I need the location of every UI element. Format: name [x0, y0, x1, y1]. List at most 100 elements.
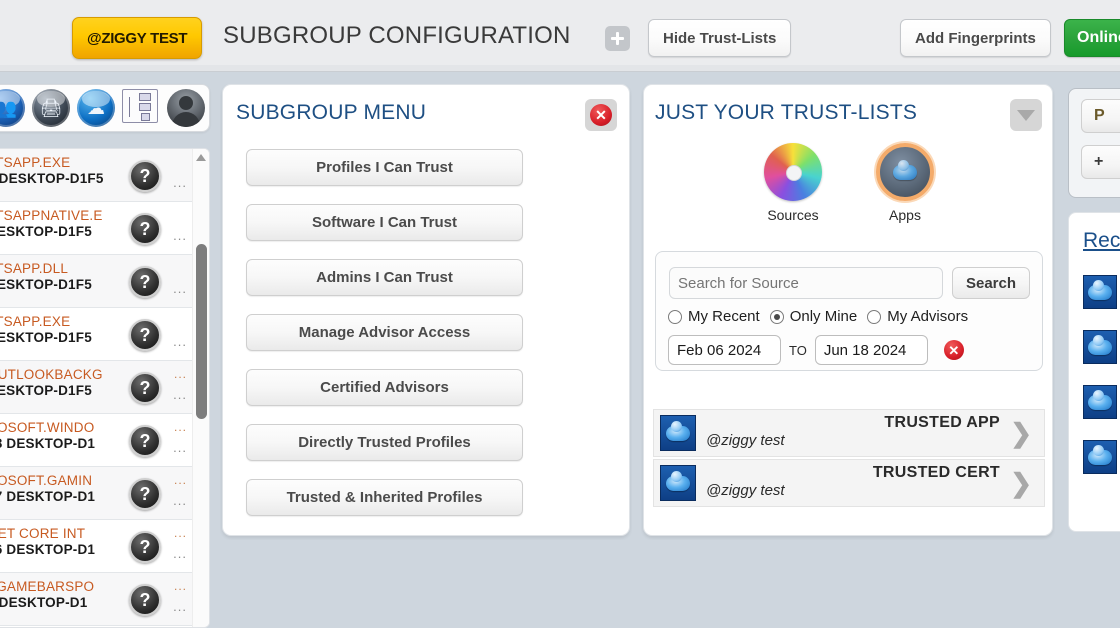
- question-mark-icon[interactable]: ?: [129, 160, 161, 192]
- file-row-ellipsis: ...: [173, 334, 187, 349]
- file-row-top-ellipsis: ...: [173, 579, 187, 593]
- radio-only-mine[interactable]: Only Mine: [769, 308, 858, 325]
- trust-list-row-title: TRUSTED CERT: [872, 464, 1000, 481]
- file-row-ellipsis: ...: [173, 175, 187, 190]
- recent-panel-title[interactable]: Rec: [1083, 229, 1120, 253]
- disc-icon: [764, 143, 822, 201]
- file-list-row[interactable]: ATSAPP.DLLDESKTOP-D1F5?...: [0, 255, 209, 308]
- file-row-top-ellipsis: ...: [173, 420, 187, 434]
- subgroup-menu-button[interactable]: Trusted & Inherited Profiles: [246, 479, 523, 516]
- category-label-apps: Apps: [889, 207, 921, 223]
- file-row-top-ellipsis: ...: [173, 473, 187, 487]
- trust-list-row-title: TRUSTED APP: [884, 414, 1000, 431]
- file-name: ATSAPP.DLL: [0, 261, 69, 276]
- category-apps[interactable]: Apps: [866, 143, 944, 223]
- cloud-tile-icon: [1088, 334, 1112, 355]
- right-action-button-1[interactable]: P: [1081, 99, 1120, 133]
- file-list-row[interactable]: ROSOFT.GAMIN17 DESKTOP-D1?......: [0, 467, 209, 520]
- online-status-button[interactable]: Online: [1064, 19, 1120, 57]
- account-badge[interactable]: @ZIGGY TEST: [72, 17, 203, 59]
- top-bar: @ZIGGY TEST SUBGROUP CONFIGURATION Hide …: [0, 0, 1120, 72]
- radio-my-advisors-ring: [867, 309, 882, 324]
- file-list-row[interactable]: ATSAPPNATIVE.EDESKTOP-D1F5?...: [0, 202, 209, 255]
- question-mark-icon[interactable]: ?: [129, 584, 161, 616]
- file-list-row[interactable]: ATSAPP.EXE8 DESKTOP-D1F5?...: [0, 149, 209, 202]
- cloud-orb-icon[interactable]: ☁: [77, 89, 115, 127]
- date-to-field[interactable]: Jun 18 2024: [814, 335, 928, 365]
- subgroup-menu-button[interactable]: Certified Advisors: [246, 369, 523, 406]
- user-avatar-icon[interactable]: [167, 89, 205, 127]
- date-separator-label: TO: [789, 342, 807, 358]
- question-mark-icon[interactable]: ?: [129, 319, 161, 351]
- file-row-ellipsis: ...: [173, 281, 187, 296]
- radio-my-recent[interactable]: My Recent: [668, 308, 760, 325]
- category-sources[interactable]: Sources: [754, 143, 832, 223]
- file-list-row[interactable]: ATSAPP.EXEDESKTOP-D1F5?...: [0, 308, 209, 361]
- fingerprint-file-list[interactable]: ATSAPP.EXE8 DESKTOP-D1F5?...ATSAPPNATIVE…: [0, 148, 210, 628]
- trust-list-row-subtitle: @ziggy test: [706, 432, 785, 449]
- cloud-tile-icon: [1088, 444, 1112, 465]
- recent-item[interactable]: [1083, 275, 1117, 309]
- chevron-right-icon[interactable]: ❯: [1010, 420, 1032, 446]
- trust-list-row[interactable]: TRUSTED APP @ziggy test ❯: [653, 409, 1045, 457]
- category-label-sources: Sources: [767, 207, 819, 223]
- trust-lists-panel: JUST YOUR TRUST-LISTS Sources Apps Searc…: [643, 84, 1053, 536]
- subgroup-menu-button[interactable]: Directly Trusted Profiles: [246, 424, 523, 461]
- plus-icon-vertical: [615, 32, 620, 45]
- subgroup-menu-button[interactable]: Software I Can Trust: [246, 204, 523, 241]
- page-title: SUBGROUP CONFIGURATION: [223, 22, 571, 49]
- file-name: ATSAPPNATIVE.E: [0, 208, 103, 223]
- chevron-right-icon[interactable]: ❯: [1010, 470, 1032, 496]
- trust-list-categories: Sources Apps: [644, 143, 1054, 223]
- scrollbar-thumb[interactable]: [196, 244, 207, 419]
- recent-panel: Rec: [1068, 212, 1120, 532]
- file-list-row[interactable]: OUTLOOKBACKGDESKTOP-D1F5?......: [0, 361, 209, 414]
- subgroup-menu-button[interactable]: Profiles I Can Trust: [246, 149, 523, 186]
- hide-trust-lists-button[interactable]: Hide Trust-Lists: [648, 19, 792, 57]
- apps-orb-icon: [876, 143, 934, 201]
- right-action-button-2[interactable]: +: [1081, 145, 1120, 179]
- question-mark-icon[interactable]: ?: [129, 531, 161, 563]
- scroll-up-arrow-icon[interactable]: [196, 154, 206, 161]
- question-mark-icon[interactable]: ?: [129, 266, 161, 298]
- users-orb-icon[interactable]: 👥: [0, 89, 25, 127]
- subgroup-menu-button[interactable]: Manage Advisor Access: [246, 314, 523, 351]
- add-fingerprints-button[interactable]: Add Fingerprints: [900, 19, 1051, 57]
- plus-icon[interactable]: [605, 26, 630, 51]
- file-list-row[interactable]: XGAMEBARSPO4 DESKTOP-D1?......: [0, 573, 209, 626]
- radio-my-advisors[interactable]: My Advisors: [867, 308, 968, 325]
- trust-lists-title: JUST YOUR TRUST-LISTS: [655, 101, 918, 124]
- radio-only-mine-ring: [769, 309, 784, 324]
- file-row-ellipsis: ...: [173, 546, 187, 561]
- right-actions-panel: P +: [1068, 88, 1120, 198]
- search-button[interactable]: Search: [952, 267, 1030, 299]
- printer-orb-icon[interactable]: 🖨: [32, 89, 70, 127]
- subgroup-menu-panel: SUBGROUP MENU ✕ Profiles I Can Trust Soft…: [222, 84, 630, 536]
- clear-dates-icon[interactable]: ✕: [943, 340, 964, 360]
- close-icon[interactable]: ✕: [585, 99, 617, 131]
- file-list-row[interactable]: GET CORE INT16 DESKTOP-D1?......: [0, 520, 209, 573]
- question-mark-icon[interactable]: ?: [129, 425, 161, 457]
- file-list-row[interactable]: ROSOFT.WINDO88 DESKTOP-D1?......: [0, 414, 209, 467]
- chevron-down-icon-glyph: [1017, 109, 1035, 121]
- subgroup-menu-button[interactable]: Admins I Can Trust: [246, 259, 523, 296]
- radio-my-recent-ring: [668, 309, 682, 324]
- question-mark-icon[interactable]: ?: [129, 213, 161, 245]
- chevron-down-icon[interactable]: [1010, 99, 1042, 131]
- date-from-field[interactable]: Feb 06 2024: [668, 335, 781, 365]
- question-mark-icon[interactable]: ?: [129, 478, 161, 510]
- radio-only-mine-label: Only Mine: [789, 308, 858, 325]
- recent-item[interactable]: [1083, 440, 1117, 474]
- flowchart-icon[interactable]: [122, 89, 160, 127]
- file-row-ellipsis: ...: [173, 228, 187, 243]
- file-row-ellipsis: ...: [173, 387, 187, 402]
- file-name: ATSAPP.EXE: [0, 155, 71, 170]
- recent-item[interactable]: [1083, 385, 1117, 419]
- trust-list-row[interactable]: TRUSTED CERT @ziggy test ❯: [653, 459, 1045, 507]
- recent-item[interactable]: [1083, 330, 1117, 364]
- file-row-top-ellipsis: ...: [173, 367, 187, 381]
- subgroup-menu-title: SUBGROUP MENU: [236, 101, 427, 124]
- search-input[interactable]: [669, 267, 943, 299]
- question-mark-icon[interactable]: ?: [129, 372, 161, 404]
- file-list-scrollbar[interactable]: [192, 149, 209, 627]
